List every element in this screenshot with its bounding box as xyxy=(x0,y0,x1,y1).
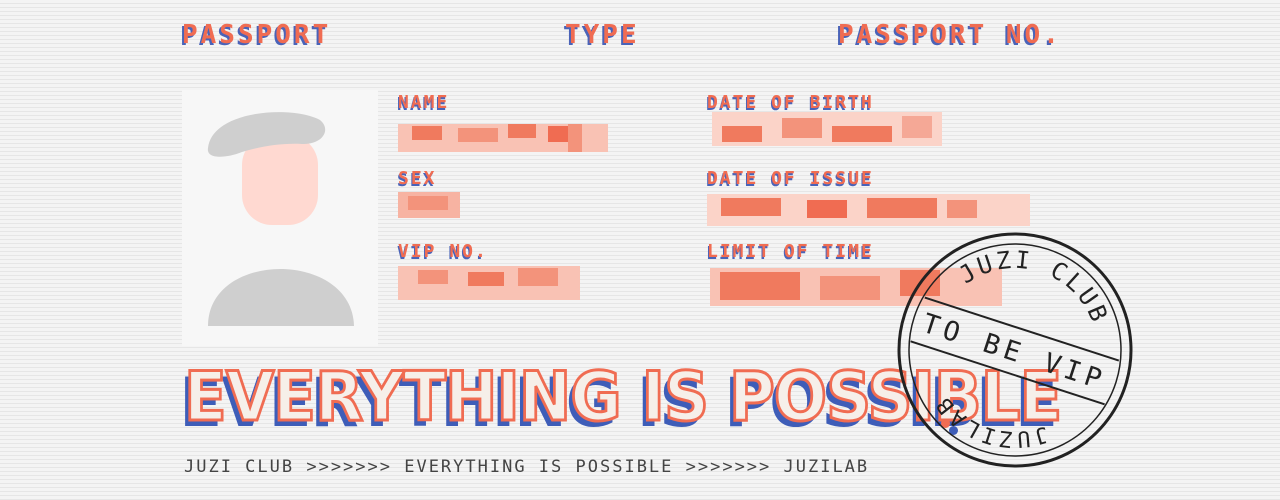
vip-no-value-redacted xyxy=(398,266,580,300)
vip-stamp: JUZI CLUB TO BE VIP JUZILAB xyxy=(897,228,1133,468)
sex-label: SEX xyxy=(398,168,437,189)
name-value-redacted xyxy=(398,124,608,152)
stamp-top-text: JUZI CLUB xyxy=(948,228,1127,335)
date-of-birth-label: DATE OF BIRTH xyxy=(707,92,874,113)
sex-value-redacted xyxy=(398,192,460,218)
footer-text: JUZI CLUB >>>>>>> EVERYTHING IS POSSIBLE… xyxy=(184,457,870,477)
vip-no-label: VIP NO. xyxy=(398,241,488,262)
passport-label: PASSPORT xyxy=(182,20,332,50)
limit-of-time-label: LIMIT OF TIME xyxy=(707,241,874,262)
date-of-issue-label: DATE OF ISSUE xyxy=(707,168,874,189)
person-silhouette-icon xyxy=(207,112,354,326)
photo-frame xyxy=(182,90,378,346)
date-of-issue-value-redacted xyxy=(707,194,1030,226)
name-label: NAME xyxy=(398,92,450,113)
passport-no-label: PASSPORT NO. xyxy=(838,20,1062,50)
type-label: TYPE xyxy=(565,20,640,50)
date-of-birth-value-redacted xyxy=(712,112,942,146)
